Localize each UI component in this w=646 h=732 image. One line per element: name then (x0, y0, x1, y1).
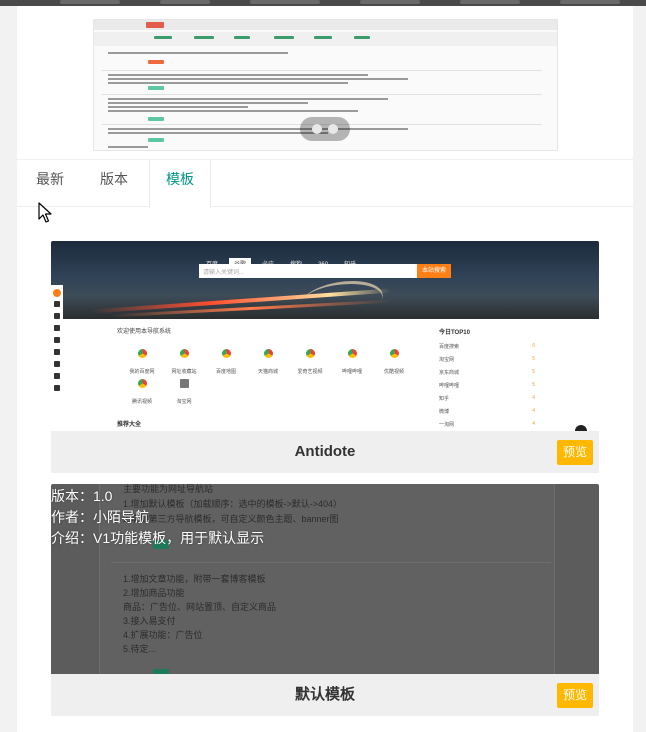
preview-button[interactable]: 预览 (557, 683, 593, 708)
carousel-pager[interactable] (300, 117, 350, 141)
doc-line: 3.接入易支付 (123, 616, 176, 626)
pager-dot-icon[interactable] (328, 124, 338, 134)
top10-row: 百度搜索 6 (439, 343, 535, 350)
mouse-cursor-icon (38, 202, 52, 223)
site-tile: 网址收藏站 (163, 347, 205, 377)
hero-banner: 百度谷歌必应搜狗360知乎 请输入关键词... 本站搜索 (51, 241, 599, 321)
template-item-antidote: 百度谷歌必应搜狗360知乎 请输入关键词... 本站搜索 欢迎使用本导航系统 我… (51, 241, 599, 473)
browser-icon (221, 349, 231, 358)
template-footer: 默认模板 预览 (51, 674, 599, 716)
doc-line: 1.增加默认模板（加载顺序：选中的模板->默认->404） (123, 499, 343, 509)
site-label: 百度地图 (215, 369, 236, 375)
changelog-preview-card (17, 6, 633, 159)
site-tile: 腾讯视频 (121, 377, 163, 407)
template-author: 作者：小陌导航 (51, 509, 149, 525)
site-tile: 爱奇艺视频 (289, 347, 331, 377)
browser-icon (389, 349, 399, 358)
site-tile: 百度地图 (205, 347, 247, 377)
pager-dot-icon[interactable] (312, 124, 322, 134)
tab-latest[interactable]: 最新 (21, 160, 79, 207)
shot-section-title: 推荐大全 (117, 422, 142, 428)
doc-line: 4.扩展功能：广告位 (123, 630, 203, 640)
shot-search-box: 请输入关键词... (199, 264, 417, 278)
shot-search-button: 本站搜索 (417, 264, 451, 278)
site-tile: 我的百度网 (121, 347, 163, 377)
template-screenshot: 主要功能为网址导航站 1.增加默认模板（加载顺序：选中的模板->默认->404）… (51, 484, 599, 674)
top10-row: 微博 4 (439, 408, 535, 415)
doc-line: 1.增加文章功能，附带一套博客模板 (123, 574, 266, 584)
shot-content: 欢迎使用本导航系统 我的百度网 网址收藏站 百度地图 天猫商城 爱奇艺视频 哔哩哔哩 优酷视… (111, 321, 431, 431)
doc-line: 2.增加商品功能 (123, 588, 185, 598)
shot-top10-panel: 今日TOP10 百度搜索 6 淘宝网 5 京东商城 5 哔哩哔哩 5 知乎 4 微博 4 一… (433, 321, 539, 431)
doc-line: 5.待定... (123, 644, 157, 654)
shot-side-toolbar (51, 285, 63, 405)
site-label: 哔哩哔哩 (341, 369, 362, 375)
template-item-default: 主要功能为网址导航站 1.增加默认模板（加载顺序：选中的模板->默认->404）… (51, 484, 599, 716)
top10-row: 京东商城 5 (439, 369, 535, 376)
preview-button[interactable]: 预览 (557, 440, 593, 465)
template-screenshot: 百度谷歌必应搜狗360知乎 请输入关键词... 本站搜索 欢迎使用本导航系统 我… (51, 241, 599, 431)
shot-site-grid: 我的百度网 网址收藏站 百度地图 天猫商城 爱奇艺视频 哔哩哔哩 优酷视频腾讯视频 淘宝网 (121, 347, 421, 407)
template-name: Antidote (294, 443, 356, 460)
template-card: 最新 版本 模板 百度谷歌必应搜狗360知乎 请输入关键词... 本站搜索 欢迎… (17, 160, 633, 732)
paper-plane-icon (179, 379, 189, 388)
site-label: 天猫商城 (257, 369, 278, 375)
browser-icon (179, 349, 189, 358)
template-name: 默认模板 (294, 686, 355, 703)
browser-icon (263, 349, 273, 358)
doc-line: 主要功能为网址导航站 (123, 484, 214, 494)
site-tile: 淘宝网 (163, 377, 205, 407)
site-label: 淘宝网 (176, 399, 192, 405)
tab-versions[interactable]: 版本 (85, 160, 143, 207)
browser-icon (347, 349, 357, 358)
browser-icon (137, 349, 147, 358)
site-label: 我的百度网 (129, 369, 155, 375)
site-tile: 优酷视频 (373, 347, 415, 377)
site-label: 优酷视频 (383, 369, 404, 375)
shot-search-placeholder: 请输入关键词... (203, 270, 245, 276)
site-label: 腾讯视频 (131, 399, 152, 405)
browser-icon (305, 349, 315, 358)
shot-marquee: 欢迎使用本导航系统 (117, 329, 172, 335)
doc-line: 2.增加第三方导航模板，可自定义颜色主题、banner图 (123, 514, 339, 524)
template-version: 版本：1.0 (51, 488, 113, 504)
doc-line: 商品：广告位、网站置顶、自定义商品 (123, 602, 277, 612)
site-tile: 哔哩哔哩 (331, 347, 373, 377)
top10-row: 哔哩哔哩 5 (439, 382, 535, 389)
search-engine-tabs: 百度谷歌必应搜狗360知乎 (201, 253, 367, 269)
tab-bar: 最新 版本 模板 (17, 160, 633, 208)
template-footer: Antidote 预览 (51, 431, 599, 473)
tab-templates[interactable]: 模板 (149, 160, 211, 208)
site-label: 爱奇艺视频 (297, 369, 323, 375)
browser-icon (137, 379, 147, 388)
top10-row: 知乎 4 (439, 395, 535, 402)
site-label: 网址收藏站 (171, 369, 197, 375)
top10-title: 今日TOP10 (439, 330, 470, 336)
top10-row: 淘宝网 5 (439, 356, 535, 363)
site-tile: 天猫商城 (247, 347, 289, 377)
template-intro: 介绍：V1功能模板，用于默认显示 (51, 530, 265, 546)
top10-row: 一淘网 4 (439, 421, 535, 428)
